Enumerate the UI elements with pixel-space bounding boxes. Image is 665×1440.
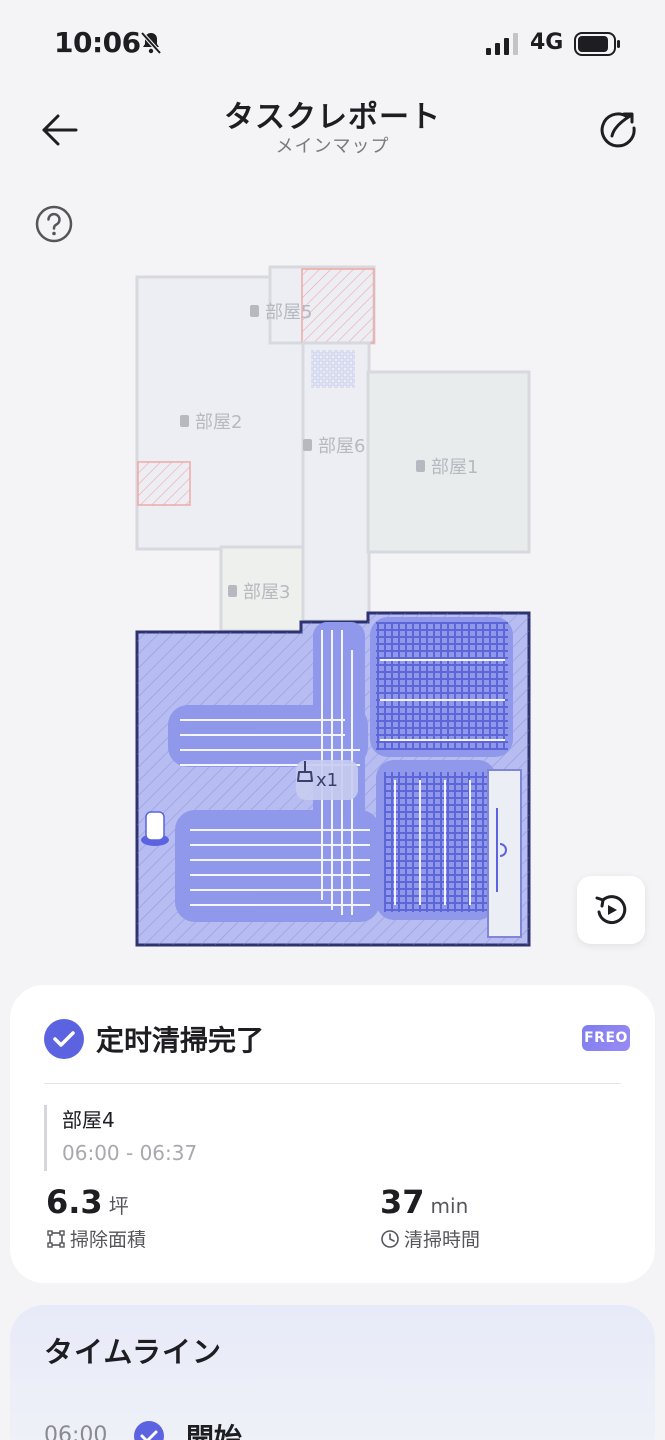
clean-count-badge: x1 (296, 760, 358, 800)
duration-stat: 37 min 清掃時間 (380, 1183, 480, 1252)
no-go-zone (137, 461, 191, 506)
duration-value: 37 (380, 1183, 425, 1221)
lamp-icon (416, 460, 425, 472)
replay-icon (595, 895, 627, 925)
duration-label: 清掃時間 (404, 1229, 481, 1251)
signal-icon (486, 33, 518, 55)
status-time: 10:06 (54, 26, 141, 59)
network-type: 4G (530, 30, 564, 55)
lamp-icon (228, 585, 237, 597)
lamp-icon (180, 415, 189, 427)
cleaning-map: 部屋5 部屋2 部屋6 部屋1 部屋3 x1 (0, 250, 665, 970)
area-stat: 6.3 坪 掃除面積 (46, 1183, 146, 1252)
room-name: 部屋4 (62, 1108, 115, 1132)
help-icon[interactable] (34, 204, 74, 244)
area-label: 掃除面積 (70, 1229, 147, 1251)
room-block: 部屋4 06:00 - 06:37 (44, 1105, 197, 1171)
battery-icon (574, 32, 620, 56)
room-label: 部屋5 (250, 298, 312, 324)
duration-unit: min (430, 1194, 469, 1218)
timeline-time: 06:00 (44, 1423, 108, 1440)
check-circle-icon (134, 1421, 164, 1440)
header: タスクレポート メインマップ (0, 88, 665, 168)
room-label: 部屋1 (416, 453, 478, 479)
divider (44, 1083, 621, 1084)
timeline-event: 開始 (186, 1422, 243, 1440)
page-title: タスクレポート (224, 100, 441, 135)
room-label: 部屋6 (303, 432, 365, 458)
replay-button[interactable] (577, 876, 645, 944)
lamp-icon (303, 439, 312, 451)
summary-card: 定时清掃完了 FREO 部屋4 06:00 - 06:37 6.3 坪 掃除面積 … (10, 985, 655, 1283)
room-label: 部屋3 (228, 578, 290, 604)
check-circle-icon (44, 1019, 84, 1059)
status-bar: 10:06 4G (0, 0, 665, 88)
mode-badge: FREO (582, 1025, 630, 1051)
area-value: 6.3 (46, 1183, 103, 1221)
clean-count: x1 (315, 769, 339, 791)
floor-plan (135, 265, 531, 947)
clock-icon (381, 1229, 399, 1248)
broom-icon (297, 761, 313, 782)
timeline-card: タイムライン 06:00 開始 (10, 1305, 655, 1440)
timeline-title: タイムライン (44, 1335, 222, 1369)
bell-muted-icon (140, 31, 162, 55)
time-range: 06:00 - 06:37 (62, 1141, 198, 1165)
page-subtitle: メインマップ (275, 136, 390, 157)
area-icon (47, 1229, 65, 1248)
room-label: 部屋2 (180, 408, 242, 434)
no-go-zone (301, 268, 375, 344)
summary-title: 定时清掃完了 (96, 1024, 265, 1057)
share-icon[interactable] (596, 108, 640, 152)
lamp-icon (250, 305, 259, 317)
area-unit: 坪 (108, 1194, 129, 1218)
carpet-area (311, 350, 355, 388)
